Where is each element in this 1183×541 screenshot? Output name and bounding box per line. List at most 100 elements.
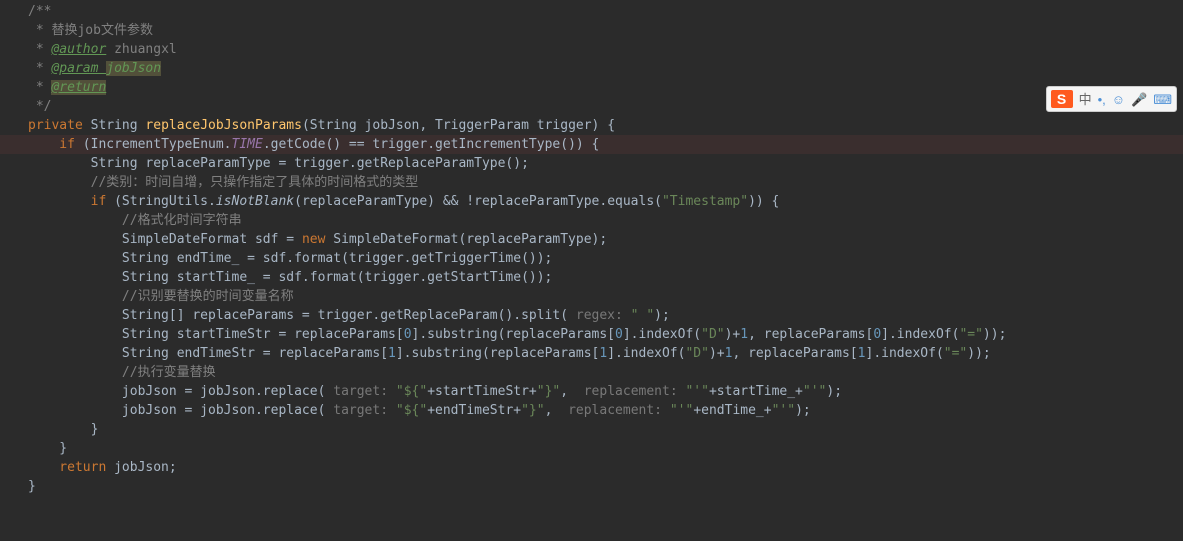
string-literal: "${"	[396, 384, 427, 399]
code-text: String replaceParamType = trigger.getRep…	[28, 156, 529, 171]
string-literal: "D"	[685, 346, 708, 361]
code-text: (String jobJson, TriggerParam trigger) {	[302, 118, 615, 133]
code-line: * 替换job文件参数	[0, 21, 1183, 40]
code-text: }	[28, 441, 67, 456]
number: 1	[388, 346, 396, 361]
code-line: //格式化时间字符串	[0, 211, 1183, 230]
ime-emoji-icon[interactable]: ☺	[1112, 90, 1125, 109]
number: 0	[404, 327, 412, 342]
javadoc-tag: @return	[51, 80, 106, 95]
code-text: (StringUtils.	[114, 194, 216, 209]
code-text: .getCode() == trigger.getIncrementType()…	[263, 137, 600, 152]
code-text: (replaceParamType) && !replaceParamType.…	[294, 194, 662, 209]
string-literal: "'"	[670, 403, 693, 418]
code-editor[interactable]: /** * 替换job文件参数 * @author zhuangxl * @pa…	[0, 0, 1183, 496]
code-text: ].indexOf(	[881, 327, 959, 342]
ime-keyboard-icon[interactable]: ⌨	[1153, 90, 1172, 109]
ime-mic-icon[interactable]: 🎤	[1131, 90, 1147, 109]
keyword: if	[28, 137, 83, 152]
enum-field: TIME	[232, 137, 263, 152]
param-hint: target:	[325, 384, 395, 399]
code-line: String startTime_ = sdf.format(trigger.g…	[0, 268, 1183, 287]
code-text: +endTimeStr+	[427, 403, 521, 418]
code-line: String endTime_ = sdf.format(trigger.get…	[0, 249, 1183, 268]
string-literal: "'"	[772, 403, 795, 418]
code-text: ,	[560, 384, 576, 399]
code-line: * @param jobJson	[0, 59, 1183, 78]
code-text: )+	[725, 327, 741, 342]
code-line: /**	[0, 2, 1183, 21]
code-text: , replaceParams[	[748, 327, 873, 342]
type: String	[91, 118, 146, 133]
code-line: String replaceParamType = trigger.getRep…	[0, 154, 1183, 173]
comment: //格式化时间字符串	[28, 213, 242, 228]
code-text: ));	[967, 346, 990, 361]
ime-lang-toggle[interactable]: 中	[1079, 90, 1092, 109]
number: 0	[615, 327, 623, 342]
code-line: return jobJson;	[0, 458, 1183, 477]
code-text: String startTime_ = sdf.format(trigger.g…	[28, 270, 552, 285]
ime-toolbar[interactable]: S 中 •, ☺ 🎤 ⌨	[1046, 86, 1177, 112]
code-text: }	[28, 422, 98, 437]
string-literal: "Timestamp"	[662, 194, 748, 209]
code-line: jobJson = jobJson.replace( target: "${"+…	[0, 401, 1183, 420]
javadoc-tag: @param	[51, 61, 106, 76]
code-text: +startTimeStr+	[427, 384, 537, 399]
code-text: SimpleDateFormat(replaceParamType);	[333, 232, 607, 247]
code-text: ].substring(replaceParams[	[396, 346, 600, 361]
string-literal: "'"	[685, 384, 708, 399]
static-method: isNotBlank	[216, 194, 294, 209]
code-text: String endTime_ = sdf.format(trigger.get…	[28, 251, 552, 266]
number: 1	[599, 346, 607, 361]
keyword: return	[28, 460, 114, 475]
code-text: ].substring(replaceParams[	[412, 327, 616, 342]
number: 0	[873, 327, 881, 342]
code-text: );	[826, 384, 842, 399]
code-text: );	[795, 403, 811, 418]
code-line: * @author zhuangxl	[0, 40, 1183, 59]
code-text: ));	[983, 327, 1006, 342]
code-line: * @return	[0, 78, 1183, 97]
code-text: +endTime_+	[693, 403, 771, 418]
code-text: ].indexOf(	[623, 327, 701, 342]
code-text: , replaceParams[	[732, 346, 857, 361]
string-literal: "}"	[537, 384, 560, 399]
number: 1	[858, 346, 866, 361]
code-line: }	[0, 477, 1183, 496]
comment: *	[28, 61, 51, 76]
string-literal: "}"	[521, 403, 544, 418]
code-text: +startTime_+	[709, 384, 803, 399]
code-text: )) {	[748, 194, 779, 209]
keyword: if	[28, 194, 114, 209]
code-text: String endTimeStr = replaceParams[	[28, 346, 388, 361]
code-text: jobJson;	[114, 460, 177, 475]
code-line: String endTimeStr = replaceParams[1].sub…	[0, 344, 1183, 363]
ime-logo-icon[interactable]: S	[1051, 90, 1073, 108]
code-text: }	[28, 479, 36, 494]
code-line-highlighted: if (IncrementTypeEnum.TIME.getCode() == …	[0, 135, 1183, 154]
code-line: //识别要替换的时间变量名称	[0, 287, 1183, 306]
code-line: //执行变量替换	[0, 363, 1183, 382]
code-line: }	[0, 420, 1183, 439]
code-text: SimpleDateFormat sdf =	[28, 232, 302, 247]
comment: //执行变量替换	[28, 365, 216, 380]
code-line: jobJson = jobJson.replace( target: "${"+…	[0, 382, 1183, 401]
code-line: private String replaceJobJsonParams(Stri…	[0, 116, 1183, 135]
code-line: String startTimeStr = replaceParams[0].s…	[0, 325, 1183, 344]
ime-punct-toggle[interactable]: •,	[1098, 90, 1106, 109]
code-text: );	[654, 308, 670, 323]
code-line: */	[0, 97, 1183, 116]
comment: *	[28, 80, 51, 95]
string-literal: "="	[944, 346, 967, 361]
comment: //类别：时间自增，只操作指定了具体的时间格式的类型	[28, 175, 418, 190]
comment: /**	[28, 4, 51, 19]
comment: */	[28, 99, 51, 114]
code-line: if (StringUtils.isNotBlank(replaceParamT…	[0, 192, 1183, 211]
string-literal: "D"	[701, 327, 724, 342]
param-hint: target:	[325, 403, 395, 418]
code-text: (IncrementTypeEnum.	[83, 137, 232, 152]
comment: *	[28, 42, 51, 57]
code-text: jobJson = jobJson.replace(	[28, 403, 325, 418]
code-line: //类别：时间自增，只操作指定了具体的时间格式的类型	[0, 173, 1183, 192]
param-hint: replacement:	[560, 403, 670, 418]
